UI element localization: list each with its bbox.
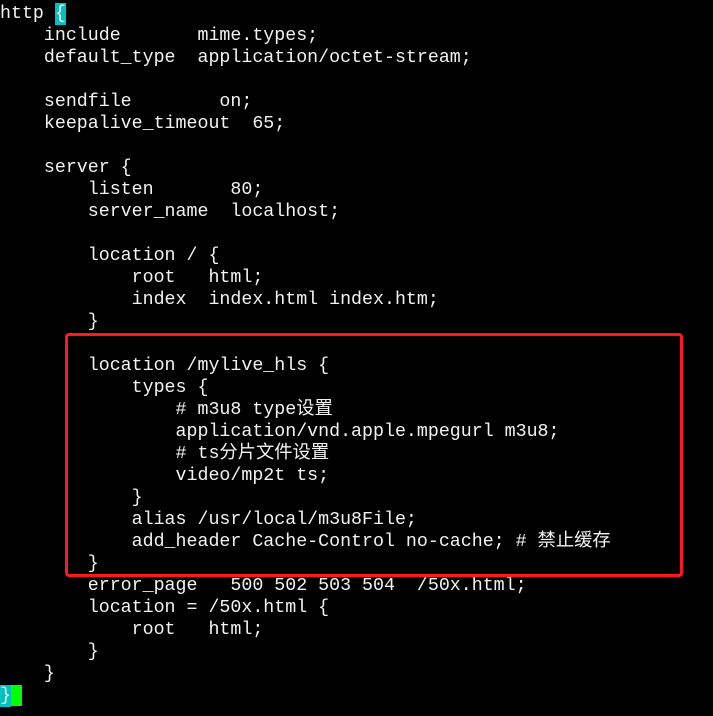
code-line: }	[0, 312, 99, 332]
code-line: server_name localhost;	[0, 202, 341, 222]
code-line: }	[0, 685, 611, 707]
code-line: server {	[0, 158, 132, 178]
code-line: }	[0, 642, 99, 662]
code-line: location = /50x.html {	[0, 598, 330, 618]
code-line: root html;	[0, 268, 264, 288]
code-line: root html;	[0, 620, 264, 640]
code-line: default_type application/octet-stream;	[0, 48, 472, 68]
code-line: keepalive_timeout 65;	[0, 114, 286, 134]
matched-brace-open: {	[54, 3, 66, 25]
code-line: sendfile on;	[0, 92, 253, 112]
code-line: index index.html index.htm;	[0, 290, 439, 310]
http-keyword: http	[0, 4, 55, 24]
code-line: location / {	[0, 246, 220, 266]
code-line: include mime.types;	[0, 26, 319, 46]
code-line: }	[0, 664, 55, 684]
code-line: listen 80;	[0, 180, 264, 200]
code-line: error_page 500 502 503 504 /50x.html;	[0, 576, 527, 596]
matched-brace-close: }	[0, 685, 11, 707]
highlight-box	[65, 333, 683, 577]
code-line: http {	[0, 3, 611, 25]
text-cursor	[10, 685, 22, 706]
